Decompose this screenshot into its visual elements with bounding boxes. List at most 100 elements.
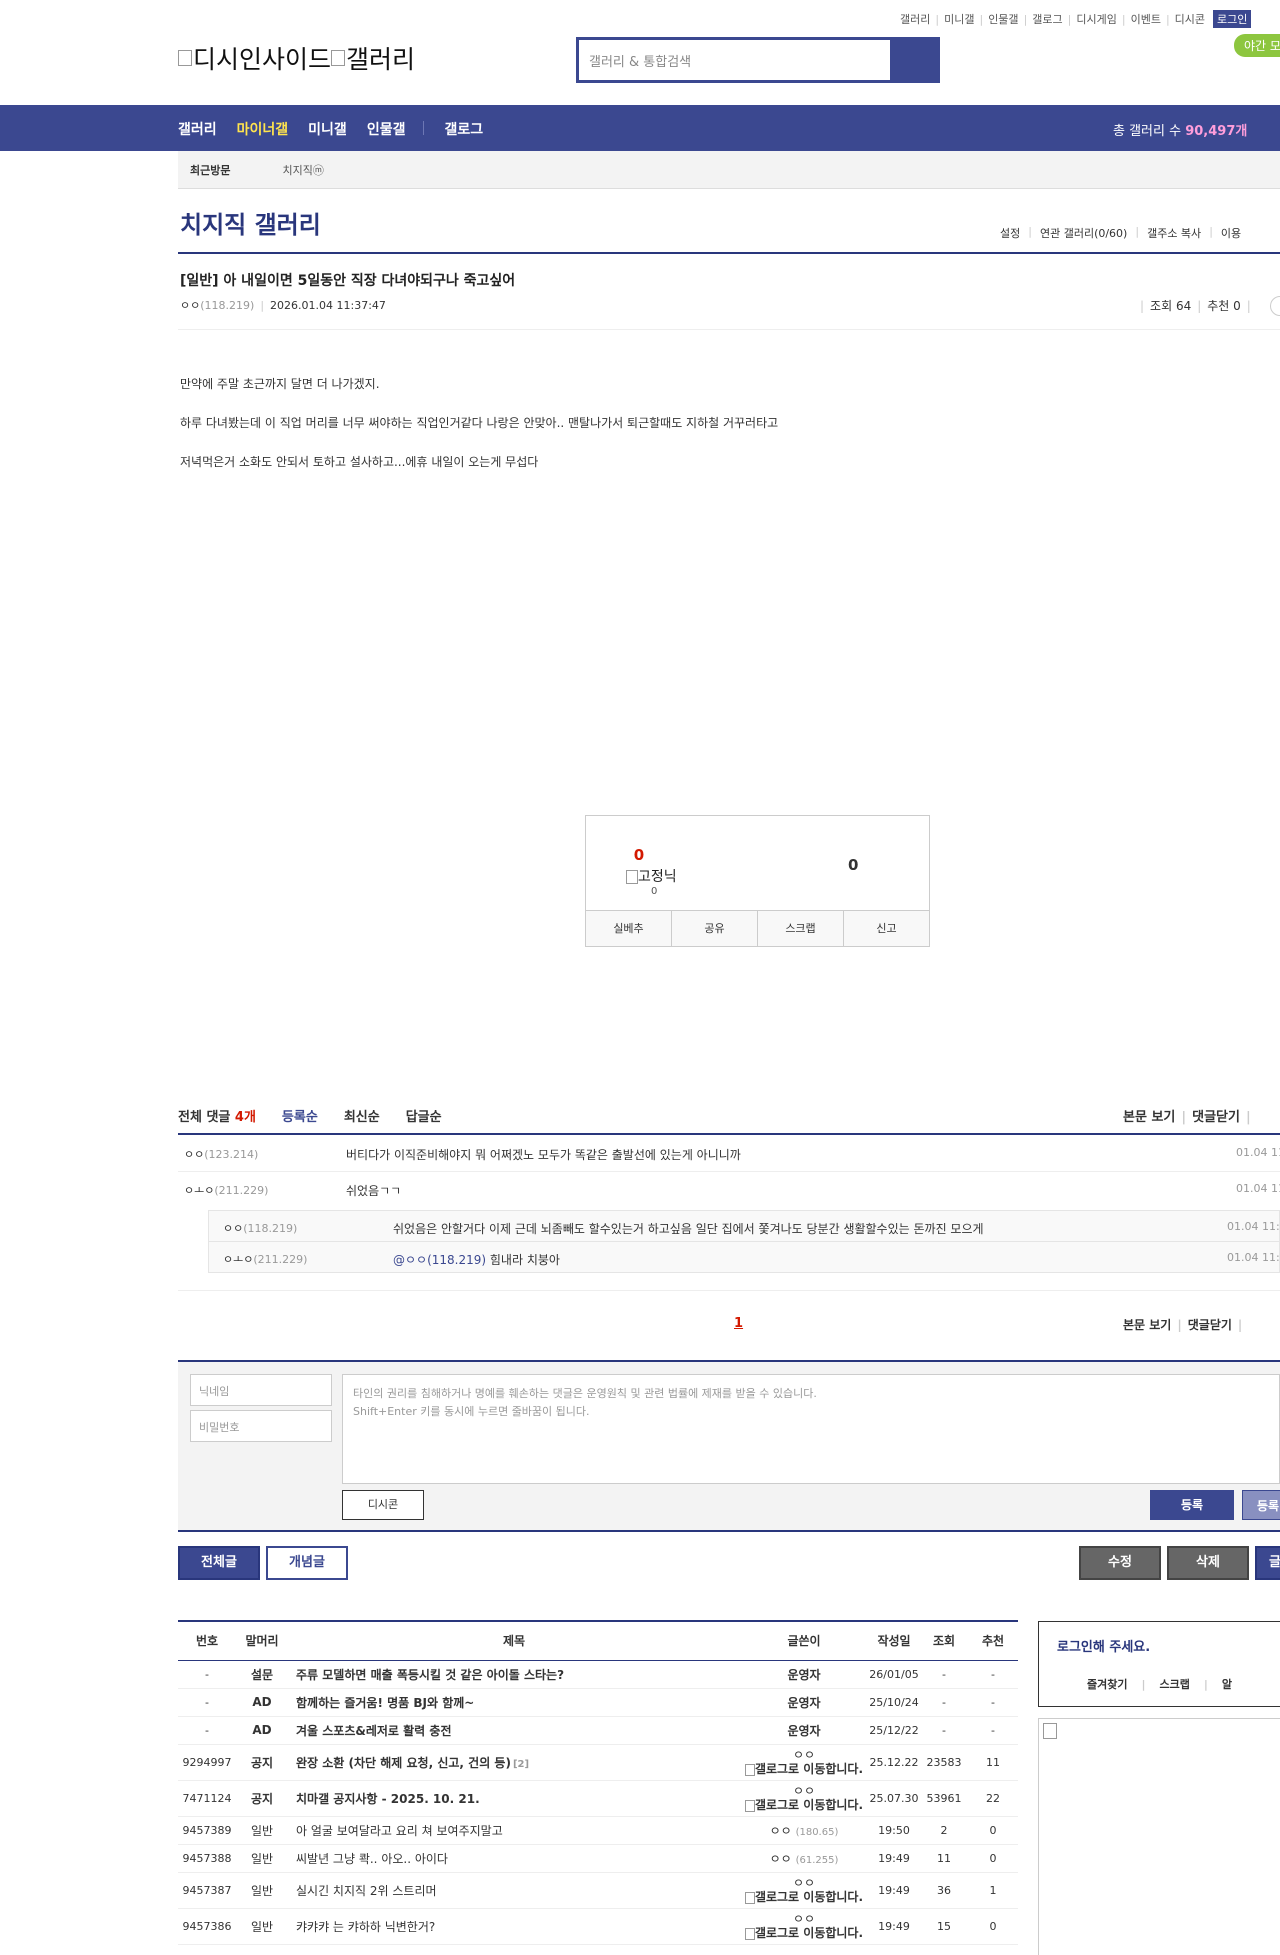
comment-nick[interactable]: ㅇㅗㅇ(211.229) [184,1182,268,1198]
copy-gallery-url[interactable]: 갤주소 복사 [1147,225,1201,241]
comment-textarea[interactable]: 타인의 권리를 침해하거나 명예를 훼손하는 댓글은 운영원칙 및 관련 법률에… [342,1374,1280,1484]
sort-by-registered[interactable]: 등록순 [282,1106,318,1125]
list-row[interactable]: - AD 겨울 스포츠&레저로 활력 충전 운영자 25/12/22- - [178,1716,1018,1745]
share-button[interactable]: 공유 [672,911,758,946]
register-button[interactable]: 등록 [1150,1490,1234,1520]
comment-date: 01.04 11 [1236,1146,1280,1159]
notification-link[interactable]: 알 [1222,1678,1232,1691]
row-writer[interactable]: ㅇㅇ 갤로그로 이동합니다. [740,1744,868,1781]
night-mode-button[interactable]: 야간 모 [1234,34,1280,57]
nickname-input[interactable]: 닉네임 [190,1374,332,1406]
scrap-button[interactable]: 스크랩 [758,911,844,946]
row-writer[interactable]: ㅇㅇ (180.65) [740,1816,868,1845]
comment-page-1[interactable]: 1 [734,1316,743,1331]
row-subject[interactable]: 씨발년 그냥 콱.. 아오.. 아이다 [288,1844,740,1873]
gallery-title[interactable]: 치지직 갤러리 [180,205,321,240]
reply-nick[interactable]: ㅇㅗㅇ(211.229) [223,1251,307,1267]
comment-nick[interactable]: ㅇㅇ(123.214) [184,1146,258,1162]
row-writer[interactable]: ㅇㅇ 갤로그로 이동합니다. [740,1872,868,1909]
row-writer[interactable]: ㅇㅇ (61.255) [740,1844,868,1873]
nav-gallog[interactable]: 갤로그 [444,119,483,139]
site-logo[interactable]: 디시인사이드 갤러리 [178,40,415,76]
recommend-count[interactable]: 0 [624,846,654,864]
broken-image-icon [744,1927,755,1940]
top-link-minigal[interactable]: 미니갤 [944,11,974,27]
list-row[interactable]: 9457389 일반 아 얼굴 보여달라고 요리 쳐 보여주지말고 ㅇㅇ (180.6… [178,1816,1018,1845]
real-best-button[interactable]: 실베추 [586,911,672,946]
row-writer[interactable]: 운영자 [740,1688,868,1717]
list-row[interactable]: - AD 함께하는 즐거움! 명품 BJ와 함께~ 운영자 25/10/24- - [178,1688,1018,1717]
reply-nick[interactable]: ㅇㅇ(118.219) [223,1220,297,1236]
list-row[interactable]: 7471124 공지 치마갤 공지사항 - 2025. 10. 21. ㅇㅇ 갤로그로 … [178,1780,1018,1817]
top-link-gallery[interactable]: 갤러리 [900,11,930,27]
reply-count-badge[interactable]: [2] [513,1759,529,1770]
view-post-button[interactable]: 본문 보기 [1123,1318,1171,1332]
row-head: 일반 [236,1908,288,1945]
row-writer[interactable]: ㅇㅇ 갤로그로 이동합니다. [740,1908,868,1945]
dccon-button[interactable]: 디시콘 [342,1490,424,1520]
top-link-dccon[interactable]: 디시콘 [1175,11,1205,27]
favorites-link[interactable]: 즐겨찾기 [1087,1678,1127,1691]
ad-banner[interactable] [1038,1718,1280,1955]
row-subject[interactable]: 치마갤 공지사항 - 2025. 10. 21. [288,1780,740,1817]
gallery-settings[interactable]: 설정 [1000,225,1020,241]
row-subject[interactable]: 아 얼굴 보여달라고 요리 쳐 보여주지말고 [288,1816,740,1845]
row-date: 25/12/22 [868,1716,920,1745]
list-row[interactable]: 9457387 일반 실시긴 치지직 2위 스트리머 ㅇㅇ 갤로그로 이동합니다. 19:… [178,1872,1018,1909]
nav-person-gallery[interactable]: 인물갤 [367,119,406,139]
all-posts-button[interactable]: 전체글 [178,1546,260,1580]
comment-header: 전체 댓글 4개 등록순 최신순 답글순 본문 보기 | 댓글닫기 | [178,1106,1280,1125]
row-head: 공지 [236,1744,288,1781]
post-author[interactable]: ㅇㅇ [180,299,200,312]
write-button[interactable]: 글 [1255,1546,1280,1580]
row-subject[interactable]: 완장 소환 (차단 해제 요청, 신고, 건의 등) [2] [288,1744,740,1781]
login-prompt[interactable]: 로그인해 주세요. [1057,1636,1150,1655]
top-link-gallog[interactable]: 갤로그 [1032,11,1062,27]
register-alt-button[interactable]: 등록 [1242,1490,1280,1520]
top-link-event[interactable]: 이벤트 [1131,11,1161,27]
view-post-button[interactable]: 본문 보기 [1123,1110,1175,1125]
more-options-icon[interactable] [1270,296,1280,316]
top-link-persongal[interactable]: 인물갤 [988,11,1018,27]
recent-visit-label[interactable]: 최근방문 [190,162,230,178]
related-galleries[interactable]: 연관 갤러리(0/60) [1040,225,1127,241]
reply-mention[interactable]: @ㅇㅇ(118.219) [393,1253,486,1267]
search-input[interactable]: 갤러리 & 통합검색 [579,40,893,80]
list-row[interactable]: 9294997 공지 완장 소환 (차단 해제 요청, 신고, 건의 등) [2] ㅇㅇ… [178,1744,1018,1781]
delete-button[interactable]: 삭제 [1167,1546,1249,1580]
nav-mini-gallery[interactable]: 미니갤 [308,119,347,139]
close-comments-button[interactable]: 댓글닫기 [1192,1110,1240,1125]
row-subject[interactable]: 실시긴 치지직 2위 스트리머 [288,1872,740,1909]
concept-posts-button[interactable]: 개념글 [266,1546,348,1580]
row-views: - [920,1660,968,1689]
scrap-link[interactable]: 스크랩 [1160,1678,1190,1691]
row-writer[interactable]: ㅇㅇ 갤로그로 이동합니다. [740,1780,868,1817]
report-button[interactable]: 신고 [844,911,929,946]
list-row[interactable]: 9457386 일반 캬캬캬 는 캬하하 닉변한거? ㅇㅇ 갤로그로 이동합니다. 19:… [178,1908,1018,1945]
top-link-dcgame[interactable]: 디시게임 [1076,11,1116,27]
row-subject[interactable]: 함께하는 즐거움! 명품 BJ와 함께~ [288,1688,740,1717]
row-subject[interactable]: 캬캬캬 는 캬하하 닉변한거? [288,1908,740,1945]
password-input[interactable]: 비밀번호 [190,1410,332,1442]
sort-by-replies[interactable]: 답글순 [406,1106,442,1125]
edit-button[interactable]: 수정 [1079,1546,1161,1580]
row-date: 25/10/24 [868,1688,920,1717]
recent-gallery-item[interactable]: 치지직ⓜ [282,162,323,178]
row-views: 15 [920,1908,968,1945]
gallery-usage[interactable]: 이용 [1221,225,1241,241]
row-date: 25.07.30 [868,1780,920,1817]
nav-gallery[interactable]: 갤러리 [178,119,217,139]
list-row[interactable]: - 설문 주류 모델하면 매출 폭등시킬 것 같은 아이돌 스타는? 운영자 26/01… [178,1660,1018,1689]
not-recommend-count[interactable]: 0 [848,856,858,874]
row-number: 7471124 [178,1780,236,1817]
search-button[interactable] [893,40,937,80]
row-subject[interactable]: 겨울 스포츠&레저로 활력 충전 [288,1716,740,1745]
row-writer[interactable]: 운영자 [740,1660,868,1689]
nav-minor-gallery[interactable]: 마이너갤 [237,119,289,139]
close-comments-button[interactable]: 댓글닫기 [1188,1318,1232,1332]
sort-by-latest[interactable]: 최신순 [344,1106,380,1125]
list-row[interactable]: 9457388 일반 씨발년 그냥 콱.. 아오.. 아이다 ㅇㅇ (61.255) 1… [178,1844,1018,1873]
row-writer[interactable]: 운영자 [740,1716,868,1745]
row-subject[interactable]: 주류 모델하면 매출 폭등시킬 것 같은 아이돌 스타는? [288,1660,740,1689]
login-button[interactable]: 로그인 [1213,10,1252,28]
